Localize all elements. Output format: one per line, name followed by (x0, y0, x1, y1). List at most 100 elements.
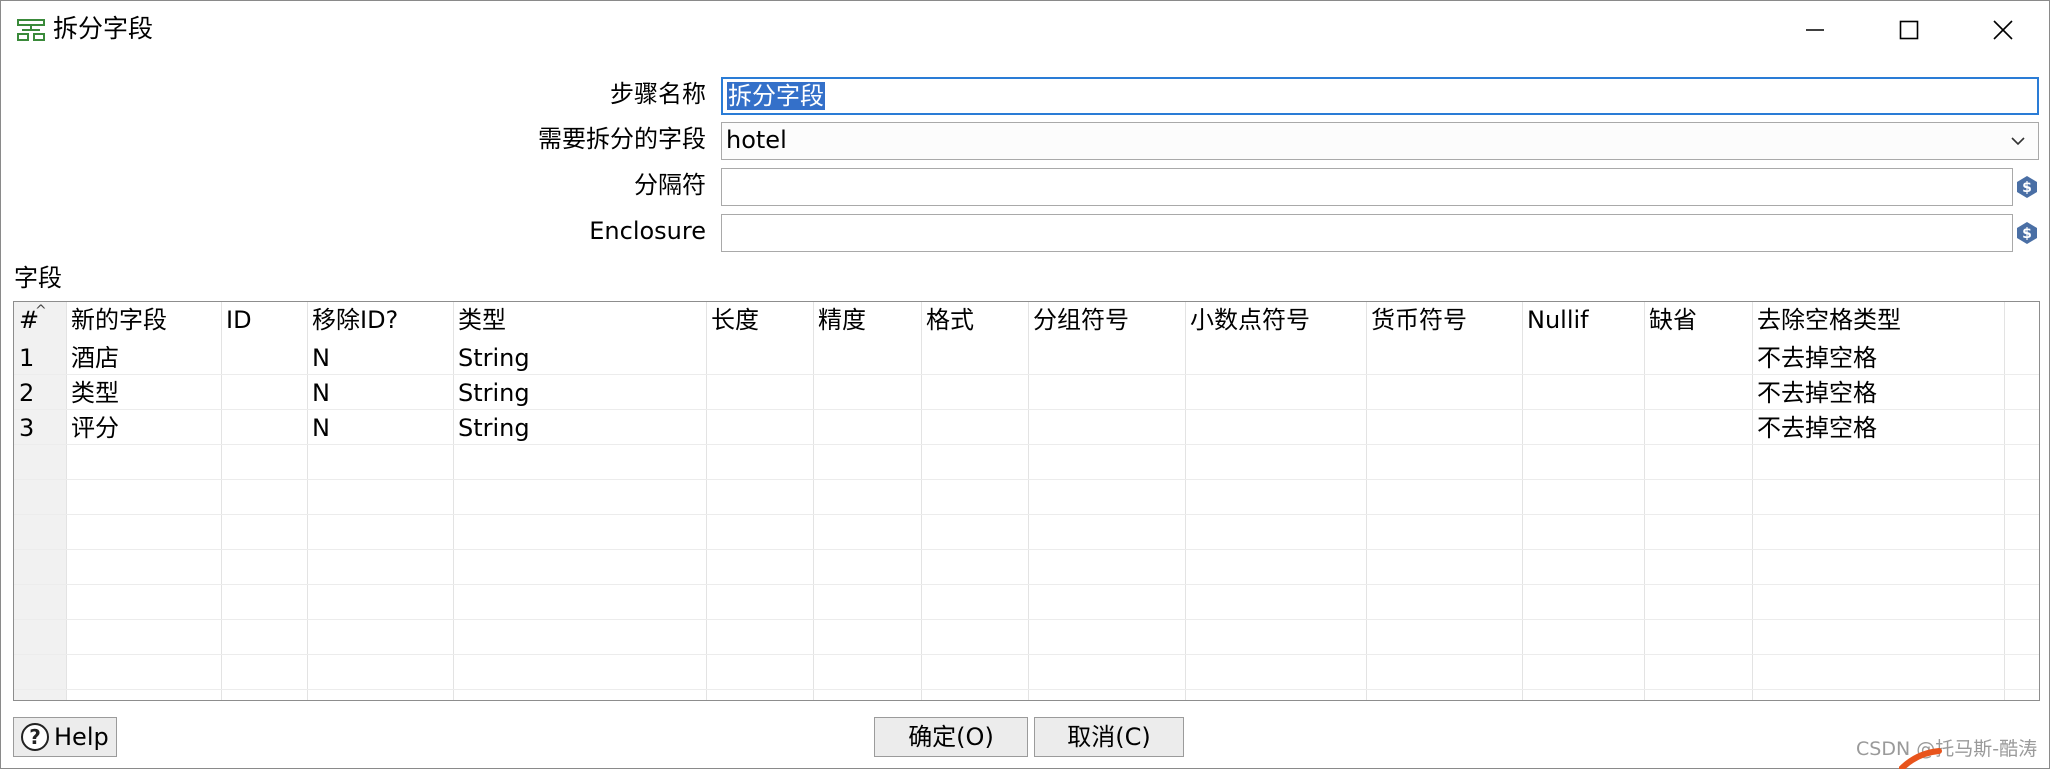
precision-cell[interactable] (813, 375, 921, 409)
column-header[interactable]: # (14, 302, 66, 340)
new-field-cell[interactable]: 类型 (66, 375, 221, 409)
column-header[interactable]: 长度 (706, 302, 813, 340)
currency-cell[interactable] (1366, 375, 1522, 409)
empty-row (14, 585, 2039, 620)
column-header[interactable]: 精度 (813, 302, 921, 340)
column-header[interactable]: 去除空格类型 (1752, 302, 2004, 340)
format-cell[interactable] (921, 340, 1028, 374)
column-header[interactable]: 移除ID? (307, 302, 453, 340)
grouping-cell[interactable] (1028, 340, 1185, 374)
nullif-cell[interactable] (1522, 410, 1644, 444)
table-row[interactable]: 1 酒店 N String 不去掉空格 (14, 340, 2039, 375)
svg-text:?: ? (29, 725, 41, 749)
row-number: 1 (19, 344, 35, 372)
format-cell[interactable] (921, 410, 1028, 444)
id-cell[interactable] (221, 340, 307, 374)
empty-row (14, 445, 2039, 480)
empty-row (14, 515, 2039, 550)
help-label: Help (54, 723, 109, 751)
column-header[interactable]: 分组符号 (1028, 302, 1185, 340)
decimal-cell[interactable] (1185, 340, 1366, 374)
column-header[interactable]: 格式 (921, 302, 1028, 340)
minimize-button[interactable] (1769, 1, 1861, 59)
type-cell[interactable]: String (453, 410, 706, 444)
column-header[interactable]: ID (221, 302, 307, 340)
cancel-button[interactable]: 取消(C) (1034, 717, 1184, 757)
maximize-icon (1899, 20, 1919, 40)
empty-row (14, 655, 2039, 690)
length-cell[interactable] (706, 340, 813, 374)
currency-cell[interactable] (1366, 410, 1522, 444)
fields-table[interactable]: ^ # 新的字段 ID 移除ID? 类型 长度 精度 格式 分组符号 小数点符号… (13, 301, 2040, 701)
precision-cell[interactable] (813, 340, 921, 374)
minimize-icon (1806, 29, 1824, 31)
type-cell[interactable]: String (453, 375, 706, 409)
remove-id-cell[interactable]: N (307, 410, 453, 444)
enclosure-input[interactable] (721, 214, 2013, 252)
column-header[interactable]: 小数点符号 (1185, 302, 1366, 340)
empty-row (14, 620, 2039, 655)
empty-row (14, 480, 2039, 515)
column-header[interactable]: Nullif (1522, 302, 1644, 340)
table-header: ^ # 新的字段 ID 移除ID? 类型 长度 精度 格式 分组符号 小数点符号… (14, 302, 2039, 340)
id-cell[interactable] (221, 375, 307, 409)
step-name-input[interactable]: 拆分字段 (721, 77, 2039, 115)
nullif-cell[interactable] (1522, 340, 1644, 374)
table-row[interactable]: 2 类型 N String 不去掉空格 (14, 375, 2039, 410)
chevron-down-icon (2011, 137, 2025, 146)
column-header[interactable]: 类型 (453, 302, 706, 340)
field-to-split-label: 需要拆分的字段 (538, 125, 706, 153)
default-cell[interactable] (1644, 340, 1752, 374)
variable-icon[interactable]: $ (2015, 221, 2039, 245)
column-header[interactable]: 新的字段 (66, 302, 221, 340)
format-cell[interactable] (921, 375, 1028, 409)
close-button[interactable] (1957, 1, 2049, 59)
new-field-cell[interactable]: 评分 (66, 410, 221, 444)
currency-cell[interactable] (1366, 340, 1522, 374)
column-header[interactable]: 缺省 (1644, 302, 1752, 340)
title-bar: 拆分字段 (1, 1, 2050, 59)
step-name-label: 步骤名称 (610, 80, 706, 108)
default-cell[interactable] (1644, 375, 1752, 409)
empty-row (14, 550, 2039, 585)
type-cell[interactable]: String (453, 340, 706, 374)
dropdown-button[interactable] (1999, 123, 2037, 159)
split-field-icon (17, 19, 45, 41)
svg-text:$: $ (2022, 226, 2032, 242)
split-fields-dialog: 拆分字段 步骤名称 拆分字段 需要拆分的字段 hotel 分隔符 $ Enclo… (0, 0, 2050, 769)
field-to-split-value: hotel (726, 126, 787, 154)
length-cell[interactable] (706, 410, 813, 444)
remove-id-cell[interactable]: N (307, 375, 453, 409)
svg-text:$: $ (2022, 180, 2032, 196)
grouping-cell[interactable] (1028, 375, 1185, 409)
field-to-split-select[interactable]: hotel (721, 122, 2039, 160)
maximize-button[interactable] (1863, 1, 1955, 59)
ok-button[interactable]: 确定(O) (874, 717, 1028, 757)
delimiter-input[interactable] (721, 168, 2013, 206)
column-header[interactable]: 货币符号 (1366, 302, 1522, 340)
trim-type-cell[interactable]: 不去掉空格 (1752, 375, 2004, 409)
table-row[interactable]: 3 评分 N String 不去掉空格 (14, 410, 2039, 445)
enclosure-label: Enclosure (589, 217, 706, 245)
nullif-cell[interactable] (1522, 375, 1644, 409)
length-cell[interactable] (706, 375, 813, 409)
fields-section-label: 字段 (14, 264, 62, 292)
variable-icon[interactable]: $ (2015, 175, 2039, 199)
close-icon (1993, 20, 2013, 40)
default-cell[interactable] (1644, 410, 1752, 444)
step-name-value: 拆分字段 (727, 82, 825, 110)
remove-id-cell[interactable]: N (307, 340, 453, 374)
window-title: 拆分字段 (53, 14, 154, 43)
trim-type-cell[interactable]: 不去掉空格 (1752, 340, 2004, 374)
row-number: 3 (19, 414, 35, 442)
decimal-cell[interactable] (1185, 375, 1366, 409)
annotation-mark (1899, 748, 1942, 769)
decimal-cell[interactable] (1185, 410, 1366, 444)
id-cell[interactable] (221, 410, 307, 444)
precision-cell[interactable] (813, 410, 921, 444)
grouping-cell[interactable] (1028, 410, 1185, 444)
row-number: 2 (19, 379, 35, 407)
help-button[interactable]: ? Help (13, 717, 117, 757)
trim-type-cell[interactable]: 不去掉空格 (1752, 410, 2004, 444)
new-field-cell[interactable]: 酒店 (66, 340, 221, 374)
